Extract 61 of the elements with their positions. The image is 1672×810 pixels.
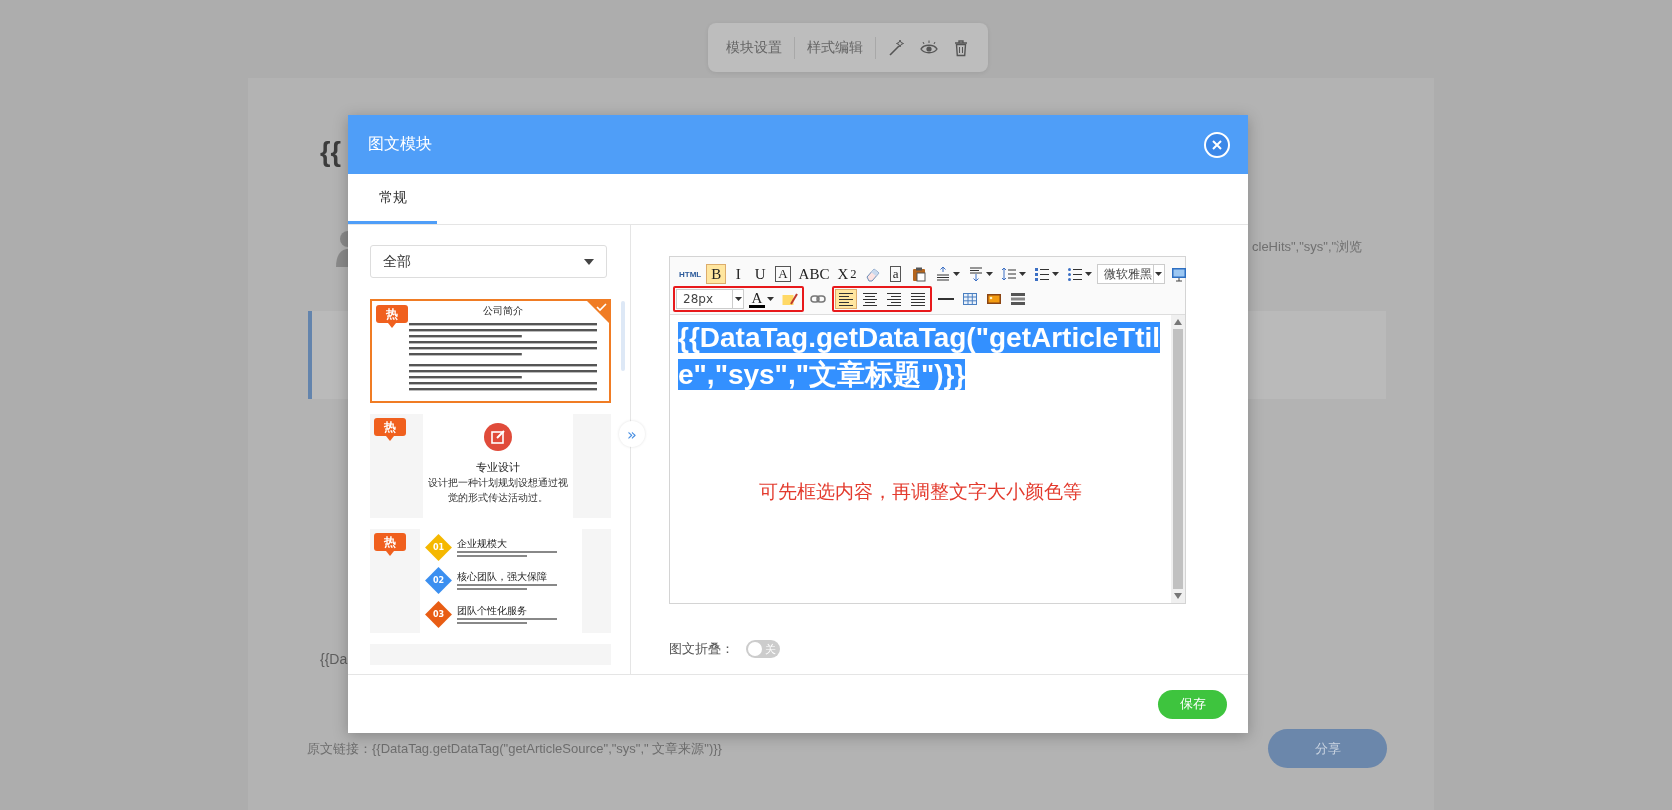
numbered-list-icon <box>1033 266 1050 282</box>
tab[interactable]: 常规 <box>348 174 437 224</box>
table-icon <box>962 291 978 307</box>
template-title: 团队个性化服务 <box>456 604 528 616</box>
align-left-icon <box>838 291 854 307</box>
dialog-title: 图文模块 <box>368 134 432 155</box>
close-button[interactable] <box>1204 131 1230 158</box>
spacing-icon <box>934 266 951 282</box>
toolbar-button[interactable]: a <box>885 264 906 284</box>
field-label: 图文折叠： <box>669 640 734 658</box>
template-card[interactable]: 热 01 企业规模大 02 核心团队，强大保障 03 团队个性化服务 <box>370 529 611 633</box>
page-heading: {{ <box>320 136 341 169</box>
trash-icon[interactable] <box>952 38 970 57</box>
align-right-icon <box>886 291 902 307</box>
stacked-bars-icon <box>1010 291 1026 307</box>
toolbar-button[interactable]: B <box>706 264 727 284</box>
editor-content[interactable]: {{DataTag.getDataTag("getArticleTtile","sys","文章标题")}} 可先框选内容，再调整文字大小颜色等 <box>670 315 1185 603</box>
toolbar-button[interactable]: A <box>772 264 794 284</box>
source-link-text: 原文链接：{{DataTag.getDataTag("getArticleSource","sys"," 文章来源")}} <box>307 739 722 758</box>
template-title: 核心团队，强大保障 <box>456 571 548 583</box>
template-text: 觉的形式传达活动过。 <box>447 491 548 505</box>
toolbar-button[interactable]: HTML <box>676 264 705 284</box>
highlighter-icon <box>782 291 798 307</box>
image-icon <box>986 291 1002 307</box>
template-title: 专业设计 <box>475 460 520 475</box>
font-select[interactable]: 28px <box>676 289 744 309</box>
horizontal-rule-icon <box>938 298 954 300</box>
caret-icon <box>584 258 594 265</box>
clipboard-icon <box>910 266 927 282</box>
page-text: cleHits","sys","浏览 <box>1252 238 1363 256</box>
line-height-icon <box>1000 266 1017 282</box>
template-title: 企业规模大 <box>456 538 508 550</box>
toolbar-button[interactable]: U <box>750 264 771 284</box>
template-text: 设计把一种计划规划设想通过视 <box>427 476 568 490</box>
hint-text: 可先框选内容，再调整文字大小颜色等 <box>758 479 1083 504</box>
scrollbar[interactable] <box>621 301 625 371</box>
check-icon <box>587 301 609 323</box>
monitor-icon <box>1170 266 1187 282</box>
caret-icon <box>1155 272 1163 276</box>
toolbar-button[interactable] <box>835 289 857 309</box>
align-center-icon <box>862 291 878 307</box>
template-title: 公司简介 <box>482 305 523 317</box>
align-icon <box>967 266 984 282</box>
arrow-up-icon[interactable] <box>1174 319 1182 325</box>
magic-wand-icon[interactable] <box>888 38 906 57</box>
caret-icon <box>734 297 742 301</box>
bullet-list-icon <box>1066 266 1083 282</box>
page-text: {{Da <box>320 651 348 667</box>
scrollbar[interactable] <box>1171 315 1185 603</box>
toolbar-button[interactable]: I <box>728 264 749 284</box>
toolbar-button[interactable]: ABC <box>795 264 833 284</box>
font-color-button[interactable]: A <box>746 289 777 309</box>
eraser-icon <box>864 266 881 282</box>
category-select[interactable]: 全部 <box>370 245 607 278</box>
font-select[interactable]: 微软雅黑 <box>1096 264 1165 284</box>
edit-icon <box>482 422 513 452</box>
selected-text: {{DataTag.getDataTag("getArticleTtile","sys","文章标题")}} <box>678 321 1162 392</box>
template-card[interactable]: 热 公司简介 <box>370 299 611 403</box>
justify-icon <box>910 291 926 307</box>
arrow-down-icon[interactable] <box>1174 593 1182 599</box>
template-card[interactable]: 热 专业设计 设计把一种计划规划设想通过视 觉的形式传达活动过。 <box>370 414 611 518</box>
